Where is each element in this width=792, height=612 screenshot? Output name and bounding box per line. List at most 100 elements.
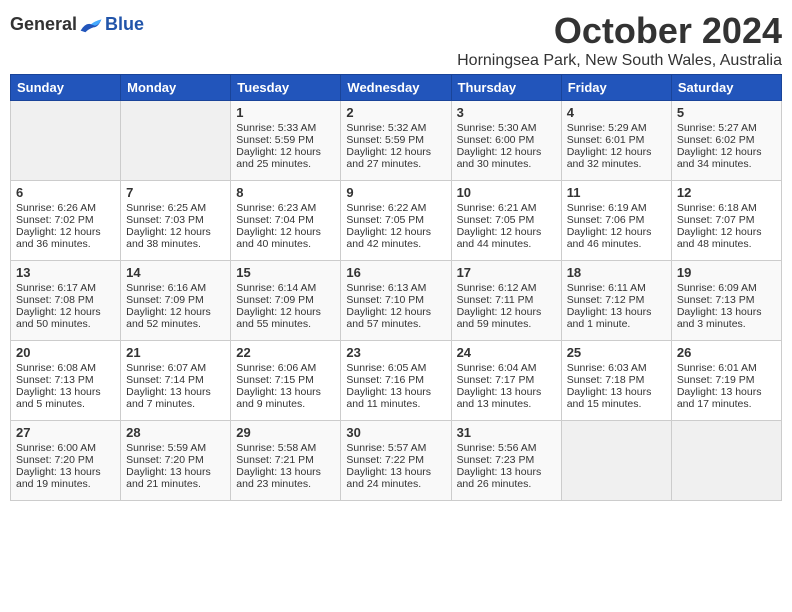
day-info-line: and 55 minutes.: [236, 318, 335, 330]
day-info-line: Sunset: 7:14 PM: [126, 374, 225, 386]
title-section: October 2024 Horningsea Park, New South …: [457, 10, 782, 70]
day-info-line: Daylight: 12 hours: [457, 146, 556, 158]
calendar-cell: [11, 101, 121, 181]
day-info-line: Daylight: 12 hours: [567, 146, 666, 158]
day-info-line: Daylight: 13 hours: [567, 386, 666, 398]
day-info-line: Sunrise: 5:32 AM: [346, 122, 445, 134]
calendar-cell: [121, 101, 231, 181]
day-info-line: Sunrise: 6:14 AM: [236, 282, 335, 294]
day-info-line: Daylight: 12 hours: [126, 226, 225, 238]
day-info-line: Sunrise: 6:18 AM: [677, 202, 776, 214]
day-info-line: Sunset: 7:16 PM: [346, 374, 445, 386]
day-info-line: Sunrise: 5:59 AM: [126, 442, 225, 454]
day-info-line: Sunrise: 5:33 AM: [236, 122, 335, 134]
day-info-line: Sunrise: 6:16 AM: [126, 282, 225, 294]
day-number: 15: [236, 265, 335, 280]
day-info-line: Sunrise: 6:21 AM: [457, 202, 556, 214]
calendar-cell: [671, 421, 781, 501]
day-info-line: Sunset: 7:09 PM: [126, 294, 225, 306]
day-info-line: Sunset: 7:03 PM: [126, 214, 225, 226]
logo-blue-text: Blue: [105, 14, 144, 35]
day-info-line: Sunset: 5:59 PM: [236, 134, 335, 146]
logo: General Blue: [10, 10, 144, 35]
day-info-line: and 48 minutes.: [677, 238, 776, 250]
day-info-line: Sunset: 7:10 PM: [346, 294, 445, 306]
calendar-cell: 10Sunrise: 6:21 AMSunset: 7:05 PMDayligh…: [451, 181, 561, 261]
day-info-line: Sunset: 7:02 PM: [16, 214, 115, 226]
day-number: 21: [126, 345, 225, 360]
calendar-cell: 19Sunrise: 6:09 AMSunset: 7:13 PMDayligh…: [671, 261, 781, 341]
day-info-line: Sunset: 7:20 PM: [16, 454, 115, 466]
day-number: 28: [126, 425, 225, 440]
day-info-line: and 13 minutes.: [457, 398, 556, 410]
day-info-line: Sunset: 7:23 PM: [457, 454, 556, 466]
day-info-line: and 30 minutes.: [457, 158, 556, 170]
day-number: 18: [567, 265, 666, 280]
day-info-line: Daylight: 13 hours: [567, 306, 666, 318]
day-info-line: and 17 minutes.: [677, 398, 776, 410]
day-info-line: and 52 minutes.: [126, 318, 225, 330]
calendar-cell: 17Sunrise: 6:12 AMSunset: 7:11 PMDayligh…: [451, 261, 561, 341]
day-info-line: and 40 minutes.: [236, 238, 335, 250]
day-info-line: Sunrise: 6:12 AM: [457, 282, 556, 294]
day-info-line: Daylight: 13 hours: [236, 466, 335, 478]
calendar-table: SundayMondayTuesdayWednesdayThursdayFrid…: [10, 74, 782, 501]
day-info-line: Sunrise: 6:08 AM: [16, 362, 115, 374]
day-info-line: and 1 minute.: [567, 318, 666, 330]
calendar-cell: 9Sunrise: 6:22 AMSunset: 7:05 PMDaylight…: [341, 181, 451, 261]
day-info-line: Sunrise: 6:11 AM: [567, 282, 666, 294]
day-info-line: Sunset: 7:21 PM: [236, 454, 335, 466]
day-number: 6: [16, 185, 115, 200]
day-info-line: and 3 minutes.: [677, 318, 776, 330]
day-info-line: Sunset: 7:13 PM: [16, 374, 115, 386]
calendar-cell: 8Sunrise: 6:23 AMSunset: 7:04 PMDaylight…: [231, 181, 341, 261]
calendar-cell: 12Sunrise: 6:18 AMSunset: 7:07 PMDayligh…: [671, 181, 781, 261]
day-info-line: Sunrise: 5:27 AM: [677, 122, 776, 134]
day-info-line: and 25 minutes.: [236, 158, 335, 170]
day-number: 27: [16, 425, 115, 440]
day-info-line: Sunset: 7:05 PM: [346, 214, 445, 226]
day-info-line: Sunset: 7:06 PM: [567, 214, 666, 226]
calendar-cell: 13Sunrise: 6:17 AMSunset: 7:08 PMDayligh…: [11, 261, 121, 341]
calendar-cell: 20Sunrise: 6:08 AMSunset: 7:13 PMDayligh…: [11, 341, 121, 421]
weekday-header-tuesday: Tuesday: [231, 75, 341, 101]
day-info-line: Daylight: 13 hours: [346, 386, 445, 398]
calendar-cell: 28Sunrise: 5:59 AMSunset: 7:20 PMDayligh…: [121, 421, 231, 501]
day-info-line: and 50 minutes.: [16, 318, 115, 330]
day-info-line: and 23 minutes.: [236, 478, 335, 490]
day-number: 20: [16, 345, 115, 360]
day-info-line: Sunset: 7:22 PM: [346, 454, 445, 466]
day-number: 10: [457, 185, 556, 200]
calendar-cell: 23Sunrise: 6:05 AMSunset: 7:16 PMDayligh…: [341, 341, 451, 421]
location-title: Horningsea Park, New South Wales, Austra…: [457, 52, 782, 70]
calendar-week-2: 6Sunrise: 6:26 AMSunset: 7:02 PMDaylight…: [11, 181, 782, 261]
day-info-line: and 44 minutes.: [457, 238, 556, 250]
day-info-line: and 24 minutes.: [346, 478, 445, 490]
calendar-cell: 15Sunrise: 6:14 AMSunset: 7:09 PMDayligh…: [231, 261, 341, 341]
day-info-line: Sunset: 6:00 PM: [457, 134, 556, 146]
day-info-line: Sunrise: 6:25 AM: [126, 202, 225, 214]
day-info-line: and 32 minutes.: [567, 158, 666, 170]
day-number: 5: [677, 105, 776, 120]
day-number: 26: [677, 345, 776, 360]
day-info-line: Sunset: 7:15 PM: [236, 374, 335, 386]
day-number: 16: [346, 265, 445, 280]
calendar-cell: 16Sunrise: 6:13 AMSunset: 7:10 PMDayligh…: [341, 261, 451, 341]
day-info-line: Sunrise: 6:01 AM: [677, 362, 776, 374]
day-info-line: Daylight: 13 hours: [677, 306, 776, 318]
day-info-line: Sunset: 7:11 PM: [457, 294, 556, 306]
day-info-line: Sunset: 6:01 PM: [567, 134, 666, 146]
day-info-line: Daylight: 12 hours: [236, 306, 335, 318]
day-info-line: Sunrise: 5:30 AM: [457, 122, 556, 134]
day-info-line: Daylight: 13 hours: [457, 466, 556, 478]
calendar-cell: 27Sunrise: 6:00 AMSunset: 7:20 PMDayligh…: [11, 421, 121, 501]
day-info-line: Sunrise: 6:06 AM: [236, 362, 335, 374]
day-info-line: Daylight: 12 hours: [567, 226, 666, 238]
day-info-line: Sunrise: 5:29 AM: [567, 122, 666, 134]
day-number: 24: [457, 345, 556, 360]
calendar-week-3: 13Sunrise: 6:17 AMSunset: 7:08 PMDayligh…: [11, 261, 782, 341]
day-info-line: Daylight: 12 hours: [346, 226, 445, 238]
logo-general-text: General: [10, 14, 77, 35]
day-info-line: Sunset: 7:18 PM: [567, 374, 666, 386]
day-number: 31: [457, 425, 556, 440]
